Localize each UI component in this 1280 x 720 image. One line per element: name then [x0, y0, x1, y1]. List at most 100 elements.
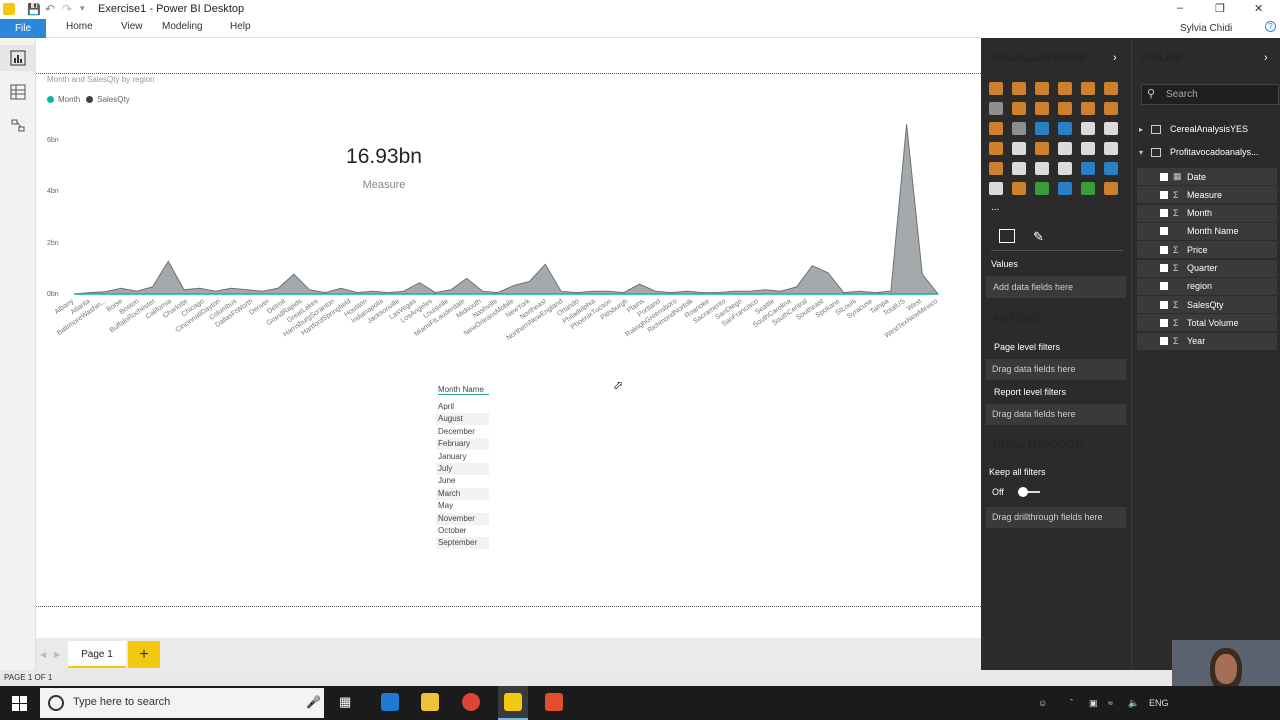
more-visuals-icon[interactable]: ... — [991, 202, 999, 213]
field-date[interactable]: ▦ Date — [1137, 168, 1277, 185]
drillthrough-header[interactable]: DRILLTHROUGH — [993, 439, 1084, 451]
chrome-icon[interactable] — [462, 693, 480, 711]
page-tab-1[interactable]: Page 1 — [68, 641, 126, 668]
salesqty-area[interactable] — [73, 124, 940, 295]
undo-icon[interactable]: ↶ — [45, 2, 55, 16]
visual-type-icon-22[interactable] — [1058, 142, 1072, 155]
table-row[interactable]: July — [436, 463, 489, 475]
field-checkbox[interactable] — [1160, 282, 1168, 291]
table-profitavocado[interactable]: ▾ Profitavocadoanalys... — [1139, 147, 1259, 157]
report-view-button[interactable] — [0, 45, 36, 71]
minimize-icon[interactable]: – — [1177, 2, 1183, 14]
tab-modeling[interactable]: Modeling — [162, 21, 203, 32]
tab-home[interactable]: Home — [66, 21, 93, 32]
quick-access-dropdown-icon[interactable]: ▾ — [80, 3, 85, 14]
table-row[interactable]: June — [436, 475, 489, 487]
field-salesqty[interactable]: Σ SalesQty — [1137, 296, 1277, 314]
edge-icon[interactable] — [381, 693, 399, 711]
field-checkbox[interactable] — [1160, 227, 1168, 236]
visual-type-icon-12[interactable] — [1104, 102, 1118, 115]
task-view-icon[interactable]: ▦ — [339, 694, 351, 710]
visual-type-icon-14[interactable] — [1012, 122, 1026, 135]
recorder-icon[interactable] — [545, 693, 563, 711]
people-icon[interactable]: ☺ — [1038, 698, 1047, 708]
visual-type-icon-34[interactable] — [1058, 182, 1072, 195]
table-row[interactable]: March — [436, 487, 489, 500]
fields-header[interactable]: FIELDS — [1141, 52, 1182, 64]
field-year[interactable]: Σ Year — [1137, 332, 1277, 350]
table-row[interactable]: October — [436, 525, 489, 537]
field-checkbox[interactable] — [1160, 300, 1168, 309]
restore-icon[interactable]: ❐ — [1215, 2, 1225, 15]
network-icon[interactable]: ▣ — [1089, 698, 1098, 709]
table-row[interactable]: December — [436, 426, 489, 438]
table-row[interactable]: September — [436, 537, 489, 550]
visual-type-icon-18[interactable] — [1104, 122, 1118, 135]
save-icon[interactable]: 💾 — [27, 3, 41, 16]
windows-start-icon[interactable] — [12, 696, 27, 711]
table-row[interactable]: January — [436, 451, 489, 463]
field-checkbox[interactable] — [1160, 172, 1168, 181]
visual-type-icon-8[interactable] — [1012, 102, 1026, 115]
format-paintroller-icon[interactable]: ✎ — [1033, 229, 1044, 245]
visual-type-icon-23[interactable] — [1081, 142, 1095, 155]
file-explorer-icon[interactable] — [421, 693, 439, 711]
visual-type-icon-17[interactable] — [1081, 122, 1095, 135]
table-header[interactable]: Month Name — [438, 385, 489, 395]
table-row[interactable]: February — [436, 438, 489, 451]
field-region[interactable]: region — [1137, 277, 1277, 295]
visual-type-icon-15[interactable] — [1035, 122, 1049, 135]
visual-type-icon-30[interactable] — [1104, 162, 1118, 175]
visual-type-icon-11[interactable] — [1081, 102, 1095, 115]
visual-type-icon-28[interactable] — [1058, 162, 1072, 175]
visual-type-icon-32[interactable] — [1012, 182, 1026, 195]
close-icon[interactable]: ✕ — [1254, 2, 1263, 15]
table-cerealanalysis[interactable]: ▸ CerealAnalysisYES — [1139, 124, 1248, 134]
visual-type-icon-35[interactable] — [1081, 182, 1095, 195]
tab-help[interactable]: Help — [230, 21, 251, 32]
visual-type-icon-16[interactable] — [1058, 122, 1072, 135]
page-nav-left-icon[interactable]: ◀ — [40, 650, 46, 659]
visual-type-icon-10[interactable] — [1058, 102, 1072, 115]
table-row[interactable]: August — [436, 413, 489, 426]
visual-type-icon-1[interactable] — [989, 82, 1003, 95]
table-row[interactable]: May — [436, 500, 489, 512]
field-price[interactable]: Σ Price — [1137, 241, 1277, 259]
wifi-icon[interactable]: ≈ — [1108, 698, 1113, 708]
microphone-icon[interactable]: 🎤 — [306, 695, 321, 709]
volume-icon[interactable]: 🔈 — [1128, 698, 1139, 709]
powerbi-taskbar-icon[interactable] — [504, 693, 522, 711]
field-checkbox[interactable] — [1160, 337, 1168, 346]
field-month[interactable]: Σ Month — [1137, 204, 1277, 222]
visual-type-icon-4[interactable] — [1058, 82, 1072, 95]
data-view-button[interactable] — [0, 79, 36, 105]
tab-file[interactable]: File — [0, 19, 46, 38]
field-month-name[interactable]: Month Name — [1137, 222, 1277, 240]
visual-type-icon-24[interactable] — [1104, 142, 1118, 155]
visual-type-icon-25[interactable] — [989, 162, 1003, 175]
model-view-button[interactable] — [0, 113, 36, 139]
visual-type-icon-3[interactable] — [1035, 82, 1049, 95]
field-checkbox[interactable] — [1160, 264, 1168, 272]
user-name[interactable]: Sylvia Chidi — [1180, 23, 1232, 34]
visualizations-header[interactable]: VISUALIZATIONS — [991, 52, 1086, 64]
keep-filters-toggle[interactable] — [1018, 487, 1042, 497]
visual-type-icon-27[interactable] — [1035, 162, 1049, 175]
taskbar-search-input[interactable]: Type here to search — [40, 688, 324, 718]
visual-type-icon-13[interactable] — [989, 122, 1003, 135]
fields-pane-icon[interactable] — [999, 229, 1015, 243]
field-quarter[interactable]: Σ Quarter — [1137, 259, 1277, 277]
visual-type-icon-31[interactable] — [989, 182, 1003, 195]
visual-type-icon-2[interactable] — [1012, 82, 1026, 95]
field-checkbox[interactable] — [1160, 245, 1168, 254]
visual-type-icon-5[interactable] — [1081, 82, 1095, 95]
tab-view[interactable]: View — [121, 21, 143, 32]
field-checkbox[interactable] — [1160, 190, 1168, 199]
table-row[interactable]: November — [436, 512, 489, 525]
visual-type-icon-36[interactable] — [1104, 182, 1118, 195]
table-row[interactable]: April — [436, 401, 489, 413]
visual-type-icon-6[interactable] — [1104, 82, 1118, 95]
tray-chevron-icon[interactable]: ˆ — [1070, 698, 1073, 708]
field-measure[interactable]: Σ Measure — [1137, 186, 1277, 204]
visual-type-icon-20[interactable] — [1012, 142, 1026, 155]
